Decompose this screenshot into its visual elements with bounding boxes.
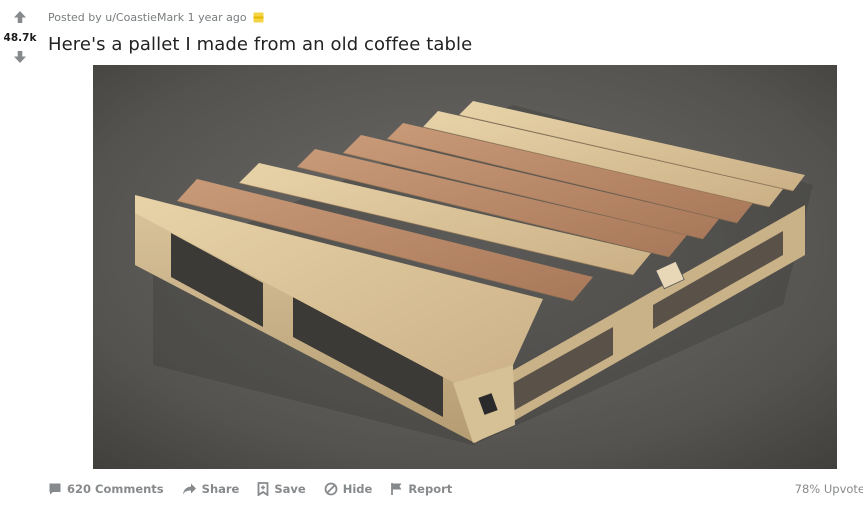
- hide-icon: [324, 482, 338, 496]
- post-actions: 620 Comments Share Save Hide Report: [46, 478, 863, 500]
- share-icon: [182, 483, 196, 495]
- comment-icon: [49, 483, 61, 495]
- post-image[interactable]: [93, 65, 837, 469]
- save-label: Save: [274, 482, 306, 496]
- pallet-photo: [93, 65, 837, 469]
- downvote-button[interactable]: [11, 48, 29, 66]
- award-icon[interactable]: [253, 12, 264, 23]
- share-button[interactable]: Share: [180, 480, 242, 498]
- arrow-up-icon: [14, 11, 26, 23]
- report-button[interactable]: Report: [388, 480, 454, 498]
- save-button[interactable]: Save: [255, 480, 307, 498]
- hide-label: Hide: [342, 482, 373, 496]
- comments-label: 620 Comments: [67, 482, 164, 496]
- report-label: Report: [408, 482, 453, 496]
- post-meta: Posted by u/CoastieMark 1 year ago: [48, 9, 863, 25]
- vote-score: 48.7k: [3, 32, 37, 44]
- upvote-button[interactable]: [11, 8, 29, 26]
- flag-icon: [391, 483, 402, 495]
- comments-button[interactable]: 620 Comments: [46, 480, 166, 498]
- arrow-down-icon: [14, 51, 26, 63]
- bookmark-icon: [257, 482, 269, 496]
- post-meta-text[interactable]: Posted by u/CoastieMark 1 year ago: [48, 11, 247, 24]
- post-title[interactable]: Here's a pallet I made from an old coffe…: [48, 34, 863, 55]
- share-label: Share: [201, 482, 240, 496]
- vote-column: 48.7k: [0, 8, 40, 66]
- post: Posted by u/CoastieMark 1 year ago Here'…: [48, 0, 863, 56]
- hide-button[interactable]: Hide: [322, 480, 375, 498]
- upvote-ratio: 78% Upvote: [794, 482, 863, 496]
